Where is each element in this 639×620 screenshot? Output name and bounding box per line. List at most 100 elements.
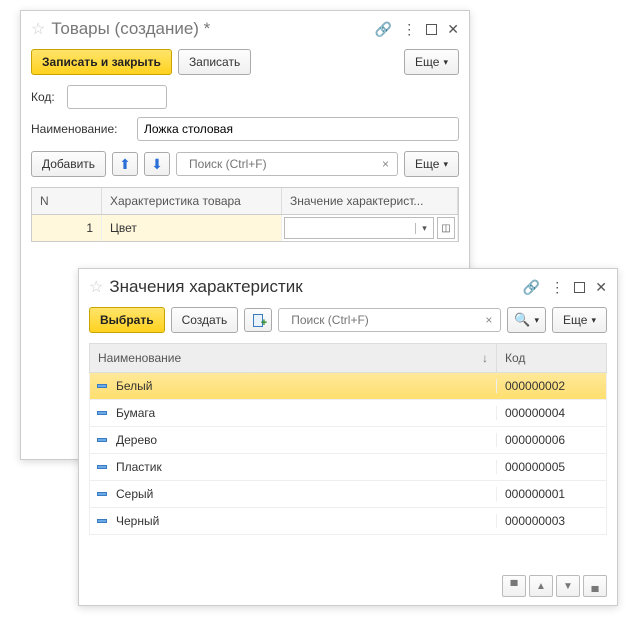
item-code: 000000006: [496, 433, 606, 447]
item-name: Бумага: [114, 406, 496, 420]
titlebar: ☆ Значения характеристик 🔗 ⋮ ✕: [79, 269, 617, 301]
window-title: Товары (создание) *: [51, 19, 374, 39]
search-button[interactable]: 🔍▾: [507, 307, 546, 333]
open-dialog-icon[interactable]: ◫: [437, 217, 455, 239]
chevron-down-icon: ▾: [443, 57, 448, 68]
list-item[interactable]: Пластик000000005: [90, 454, 606, 481]
grid-header: N Характеристика товара Значение характе…: [31, 187, 459, 215]
grid-row[interactable]: 1 Цвет ▾ ◫: [31, 215, 459, 242]
item-name: Дерево: [114, 433, 496, 447]
arrow-down-icon: ⬇: [151, 156, 163, 173]
nav-first-button[interactable]: ▀: [502, 575, 526, 597]
more-label: Еще: [415, 157, 439, 171]
kebab-menu-icon[interactable]: ⋮: [550, 279, 564, 296]
list-item[interactable]: Черный000000003: [90, 508, 606, 535]
item-name: Пластик: [114, 460, 496, 474]
link-icon[interactable]: 🔗: [523, 279, 540, 296]
name-row: Наименование:: [21, 113, 469, 145]
more-label: Еще: [563, 313, 587, 327]
search-field[interactable]: ×: [176, 152, 398, 176]
name-label: Наименование:: [31, 122, 131, 136]
maximize-icon[interactable]: [426, 24, 437, 35]
list-item[interactable]: Дерево000000006: [90, 427, 606, 454]
item-name: Черный: [114, 514, 496, 528]
close-icon[interactable]: ✕: [595, 279, 607, 296]
save-button[interactable]: Записать: [178, 49, 251, 75]
favorite-star-icon[interactable]: ☆: [89, 277, 103, 297]
move-up-button[interactable]: ⬆: [112, 152, 138, 176]
window-controls: 🔗 ⋮ ✕: [523, 279, 607, 296]
item-code: 000000002: [496, 379, 606, 393]
list-item[interactable]: Белый000000002: [90, 373, 606, 400]
magnifier-icon: 🔍: [514, 312, 530, 328]
item-code: 000000005: [496, 460, 606, 474]
search-input[interactable]: [183, 154, 378, 174]
nav-up-button[interactable]: ▲: [529, 575, 553, 597]
more-grid-button[interactable]: Еще ▾: [404, 151, 459, 177]
col-characteristic[interactable]: Характеристика товара: [102, 188, 282, 214]
chevron-down-icon: ▾: [443, 159, 448, 170]
item-code: 000000004: [496, 406, 606, 420]
save-close-button[interactable]: Записать и закрыть: [31, 49, 172, 75]
nav-down-button[interactable]: ▼: [556, 575, 580, 597]
col-name[interactable]: Наименование ↓: [90, 344, 496, 372]
chevron-down-icon: ▾: [591, 315, 596, 326]
window-characteristic-values: ☆ Значения характеристик 🔗 ⋮ ✕ Выбрать С…: [78, 268, 618, 606]
list-item[interactable]: Серый000000001: [90, 481, 606, 508]
arrow-up-icon: ⬆: [119, 156, 131, 173]
chevron-down-icon[interactable]: ▾: [415, 223, 433, 234]
move-down-button[interactable]: ⬇: [144, 152, 170, 176]
toolbar: Выбрать Создать × 🔍▾ Еще▾: [79, 301, 617, 339]
name-input[interactable]: [137, 117, 459, 141]
close-icon[interactable]: ✕: [447, 21, 459, 38]
list-body: Белый000000002Бумага000000004Дерево00000…: [89, 373, 607, 535]
link-icon[interactable]: 🔗: [375, 21, 392, 38]
more-label: Еще: [415, 55, 439, 69]
item-icon: [90, 465, 114, 469]
toolbar-grid: Добавить ⬆ ⬇ × Еще ▾: [21, 145, 469, 183]
item-name: Серый: [114, 487, 496, 501]
maximize-icon[interactable]: [574, 282, 585, 293]
value-dropdown[interactable]: ▾: [284, 217, 434, 239]
chevron-down-icon: ▾: [535, 315, 540, 326]
kebab-menu-icon[interactable]: ⋮: [402, 21, 416, 38]
more-button[interactable]: Еще ▾: [404, 49, 459, 75]
cell-characteristic: Цвет: [102, 215, 282, 241]
item-icon: [90, 519, 114, 523]
col-code[interactable]: Код: [496, 344, 606, 372]
clear-search-icon[interactable]: ×: [481, 313, 496, 327]
window-title: Значения характеристик: [109, 277, 522, 297]
cell-n: 1: [32, 215, 102, 241]
more-button[interactable]: Еще ▾: [552, 307, 607, 333]
search-input[interactable]: [285, 310, 481, 330]
list-nav-footer: ▀ ▲ ▼ ▄: [502, 575, 607, 597]
select-button[interactable]: Выбрать: [89, 307, 165, 333]
code-input[interactable]: [67, 85, 167, 109]
item-icon: [90, 492, 114, 496]
create-button[interactable]: Создать: [171, 307, 239, 333]
col-value[interactable]: Значение характерист...: [282, 188, 458, 214]
list-item[interactable]: Бумага000000004: [90, 400, 606, 427]
nav-last-button[interactable]: ▄: [583, 575, 607, 597]
toolbar-main: Записать и закрыть Записать Еще ▾: [21, 43, 469, 81]
titlebar: ☆ Товары (создание) * 🔗 ⋮ ✕: [21, 11, 469, 43]
code-row: Код:: [21, 81, 469, 113]
list-header: Наименование ↓ Код: [89, 343, 607, 373]
item-icon: [90, 411, 114, 415]
add-button[interactable]: Добавить: [31, 151, 106, 177]
cell-value: ▾ ◫: [282, 215, 458, 241]
window-controls: 🔗 ⋮ ✕: [375, 21, 459, 38]
item-icon: [90, 438, 114, 442]
col-n[interactable]: N: [32, 188, 102, 214]
item-code: 000000003: [496, 514, 606, 528]
sort-indicator-icon: ↓: [482, 351, 488, 365]
item-name: Белый: [114, 379, 496, 393]
col-name-label: Наименование: [98, 351, 181, 365]
favorite-star-icon[interactable]: ☆: [31, 19, 45, 39]
search-field[interactable]: ×: [278, 308, 501, 332]
code-label: Код:: [31, 90, 61, 104]
item-code: 000000001: [496, 487, 606, 501]
create-from-template-button[interactable]: [244, 308, 272, 332]
item-icon: [90, 384, 114, 388]
clear-search-icon[interactable]: ×: [378, 157, 393, 171]
